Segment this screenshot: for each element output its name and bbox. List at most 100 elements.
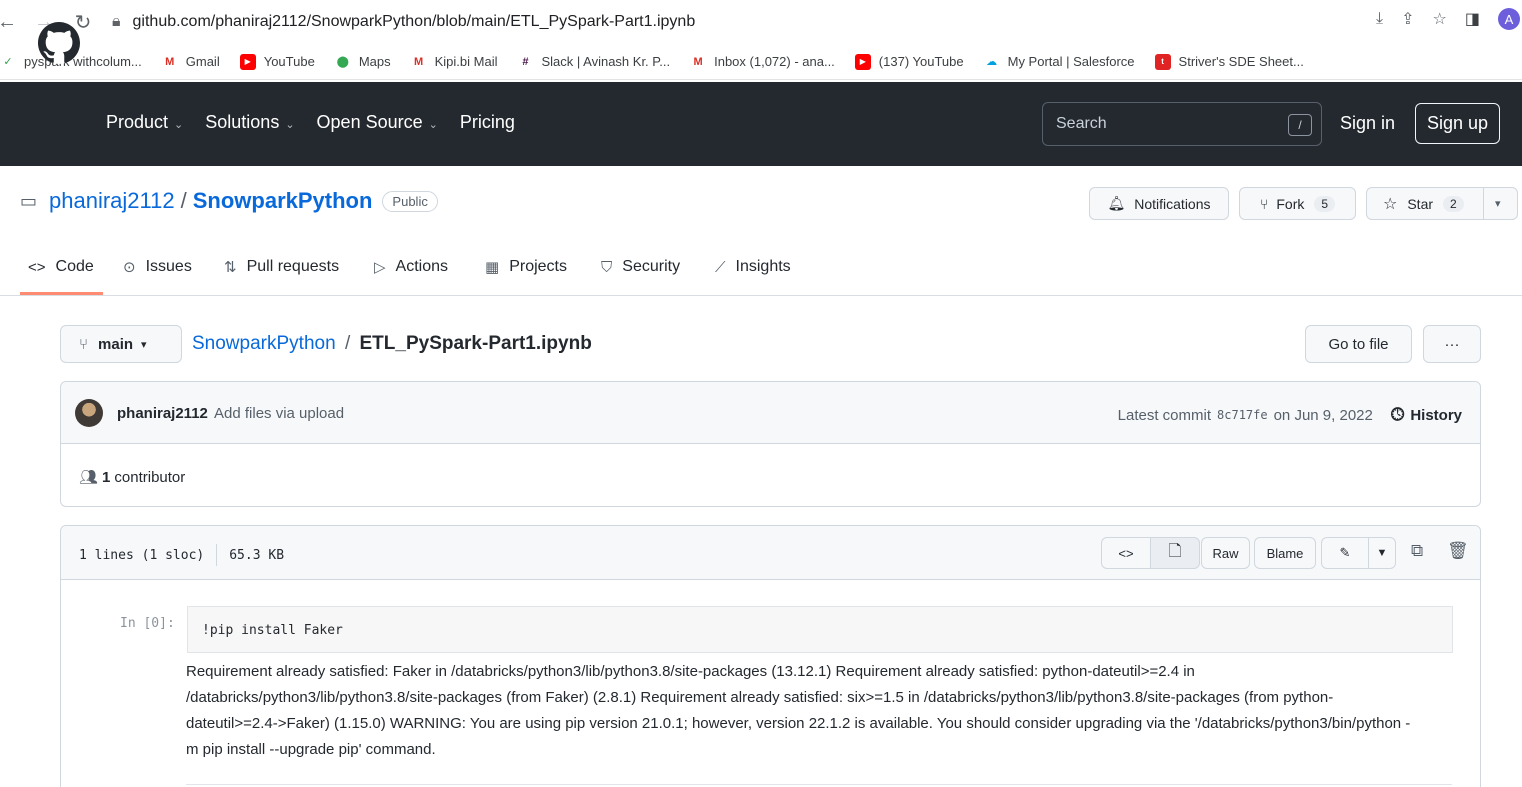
- go-to-file-button[interactable]: Go to file: [1305, 325, 1412, 363]
- active-tab-indicator: [20, 292, 103, 295]
- code-view-button[interactable]: <>: [1101, 537, 1151, 569]
- install-icon[interactable]: ⤓: [1376, 10, 1383, 28]
- repo-tabs: <> Code ⊙ Issues ⇅ Pull requests ▷ Actions ▦…: [0, 246, 1522, 296]
- tab-projects[interactable]: ▦ Projects: [485, 258, 567, 276]
- breadcrumb-repo-link[interactable]: SnowparkPython: [192, 333, 336, 354]
- bookmark-label: My Portal | Salesforce: [1007, 54, 1135, 69]
- bookmark-item[interactable]: ⬤ Maps: [335, 54, 391, 70]
- back-arrow-icon[interactable]: ←: [0, 7, 22, 37]
- copy-icon[interactable]: ⧉: [1411, 541, 1423, 561]
- maps-icon: ⬤: [336, 56, 349, 68]
- star-button[interactable]: ☆ Star 2 ▾: [1366, 187, 1518, 220]
- branch-name: main: [98, 335, 134, 353]
- tab-issues[interactable]: ⊙ Issues: [123, 258, 192, 276]
- tab-pull-requests-label: Pull requests: [246, 258, 340, 275]
- tab-code[interactable]: <> Code: [28, 258, 94, 276]
- tab-pull-requests[interactable]: ⇅ Pull requests: [224, 258, 339, 276]
- notifications-button[interactable]: 🔔︎ Notifications: [1089, 187, 1229, 220]
- avatar[interactable]: [75, 399, 103, 427]
- commit-author-link[interactable]: phaniraj2112: [117, 405, 208, 422]
- search-shortcut-key: /: [1288, 114, 1312, 136]
- repo-owner-link[interactable]: phaniraj2112: [49, 188, 175, 214]
- trash-icon[interactable]: 🗑︎: [1447, 541, 1469, 561]
- nav-solutions[interactable]: Solutions ⌄: [205, 112, 294, 133]
- gmail-icon: M: [414, 55, 424, 68]
- repo-name-link[interactable]: SnowparkPython: [193, 188, 373, 214]
- file-lines: 1 lines (1 sloc): [79, 547, 205, 563]
- github-logo-icon[interactable]: [38, 22, 80, 64]
- history-link[interactable]: 🕓︎ History: [1391, 405, 1462, 425]
- bookmark-label: Maps: [358, 54, 391, 69]
- bookmark-star-icon[interactable]: ☆: [1433, 9, 1447, 29]
- raw-button[interactable]: Raw: [1201, 537, 1250, 569]
- cell-prompt: In [0]:: [120, 616, 175, 631]
- address-bar[interactable]: 🔒︎ github.com/phaniraj2112/SnowparkPytho…: [112, 8, 695, 36]
- history-icon: 🕓︎: [1390, 405, 1405, 424]
- tab-insights[interactable]: ⟋ Insights: [715, 258, 791, 276]
- tab-security-label: Security: [622, 258, 681, 275]
- caret-down-icon: ▾: [141, 338, 147, 351]
- nav-pricing[interactable]: Pricing: [460, 112, 515, 133]
- tab-insights-label: Insights: [735, 258, 791, 275]
- browser-toolbar: ← → ↻ 🔒︎ github.com/phaniraj2112/Snowpar…: [0, 0, 1522, 44]
- sign-in-link[interactable]: Sign in: [1340, 113, 1395, 134]
- share-icon[interactable]: ⇪: [1401, 9, 1414, 29]
- nav-product[interactable]: Product ⌄: [106, 112, 183, 133]
- play-icon: ▷: [374, 259, 386, 276]
- bookmark-item[interactable]: M Inbox (1,072) - ana...: [690, 54, 835, 70]
- bookmark-item[interactable]: ▶ (137) YouTube: [854, 53, 964, 70]
- nav-solutions-label: Solutions: [205, 112, 280, 132]
- repo-title: ▭ phaniraj2112 / SnowparkPython Public: [20, 188, 438, 214]
- bookmark-item[interactable]: t Striver's SDE Sheet...: [1154, 53, 1304, 70]
- slack-icon: #: [522, 55, 529, 68]
- bookmark-item[interactable]: # Slack | Avinash Kr. P...: [517, 54, 670, 70]
- browser-actions: ⤓ ⇪ ☆ ◨ A: [1376, 8, 1522, 30]
- profile-avatar[interactable]: A: [1498, 8, 1520, 30]
- contributors[interactable]: 👥︎ 1 contributor: [79, 468, 185, 487]
- more-options-button[interactable]: ···: [1423, 325, 1481, 363]
- fork-icon: ⑂: [1259, 195, 1269, 212]
- file-icon: 🗋︎: [1168, 542, 1182, 560]
- fork-label: Fork: [1276, 195, 1305, 212]
- branch-select[interactable]: ⑂ main ▾: [60, 325, 182, 363]
- bookmark-item[interactable]: ▶ YouTube: [239, 53, 315, 70]
- youtube-icon: ▶: [239, 53, 256, 70]
- chevron-down-icon: ⌄: [285, 119, 295, 131]
- bookmark-label: YouTube: [263, 54, 315, 69]
- people-icon: 👥︎: [79, 469, 99, 486]
- commit-box: phaniraj2112 Add files via upload Latest…: [60, 381, 1481, 507]
- fork-count: 5: [1314, 195, 1336, 212]
- bookmark-label: Inbox (1,072) - ana...: [714, 54, 835, 69]
- repo-separator: /: [180, 188, 187, 213]
- fork-button[interactable]: ⑂ Fork 5: [1239, 187, 1356, 220]
- side-panel-icon[interactable]: ◨: [1465, 9, 1480, 29]
- cell-code: !pip install Faker: [202, 623, 343, 638]
- blame-button[interactable]: Blame: [1254, 537, 1316, 569]
- file-info: 1 lines (1 sloc) 65.3 KB: [79, 544, 284, 566]
- breadcrumb-file: ETL_PySpark-Part1.ipynb: [359, 333, 592, 354]
- rendered-view-button[interactable]: 🗋︎: [1150, 537, 1200, 569]
- commit-sha-link[interactable]: 8c717fe: [1217, 408, 1268, 422]
- shield-icon: ⛉: [601, 258, 613, 276]
- bookmarks-bar: ✓ pyspark withcolum... M Gmail ▶ YouTube ⬤ Maps…: [0, 44, 1522, 80]
- bookmark-label: Slack | Avinash Kr. P...: [541, 54, 671, 69]
- bookmark-item[interactable]: ☁ My Portal | Salesforce: [984, 54, 1135, 70]
- nav-open-source[interactable]: Open Source ⌄: [317, 112, 438, 133]
- graph-icon: ⟋: [715, 258, 726, 276]
- url-text: github.com/phaniraj2112/SnowparkPython/b…: [132, 13, 696, 30]
- commit-message[interactable]: Add files via upload: [214, 405, 344, 422]
- bookmark-item[interactable]: M Kipi.bi Mail: [411, 54, 497, 70]
- sign-up-button[interactable]: Sign up: [1415, 103, 1500, 144]
- star-dropdown-caret-icon[interactable]: ▾: [1495, 197, 1501, 210]
- edit-pencil-icon[interactable]: ✎: [1321, 537, 1369, 569]
- edit-dropdown-caret-icon[interactable]: ▼: [1368, 537, 1396, 569]
- bell-icon: 🔔︎: [1107, 195, 1126, 211]
- tab-security[interactable]: ⛉ Security: [601, 258, 680, 276]
- tab-actions[interactable]: ▷ Actions: [374, 258, 448, 276]
- bookmark-label: Gmail: [185, 54, 220, 69]
- pyspark-icon: ✓: [3, 56, 13, 68]
- bookmark-item[interactable]: M Gmail: [162, 54, 220, 70]
- code-cell: !pip install Faker: [187, 606, 1453, 653]
- cell-output: Requirement already satisfied: Faker in …: [186, 663, 1411, 758]
- star-count: 2: [1443, 195, 1464, 212]
